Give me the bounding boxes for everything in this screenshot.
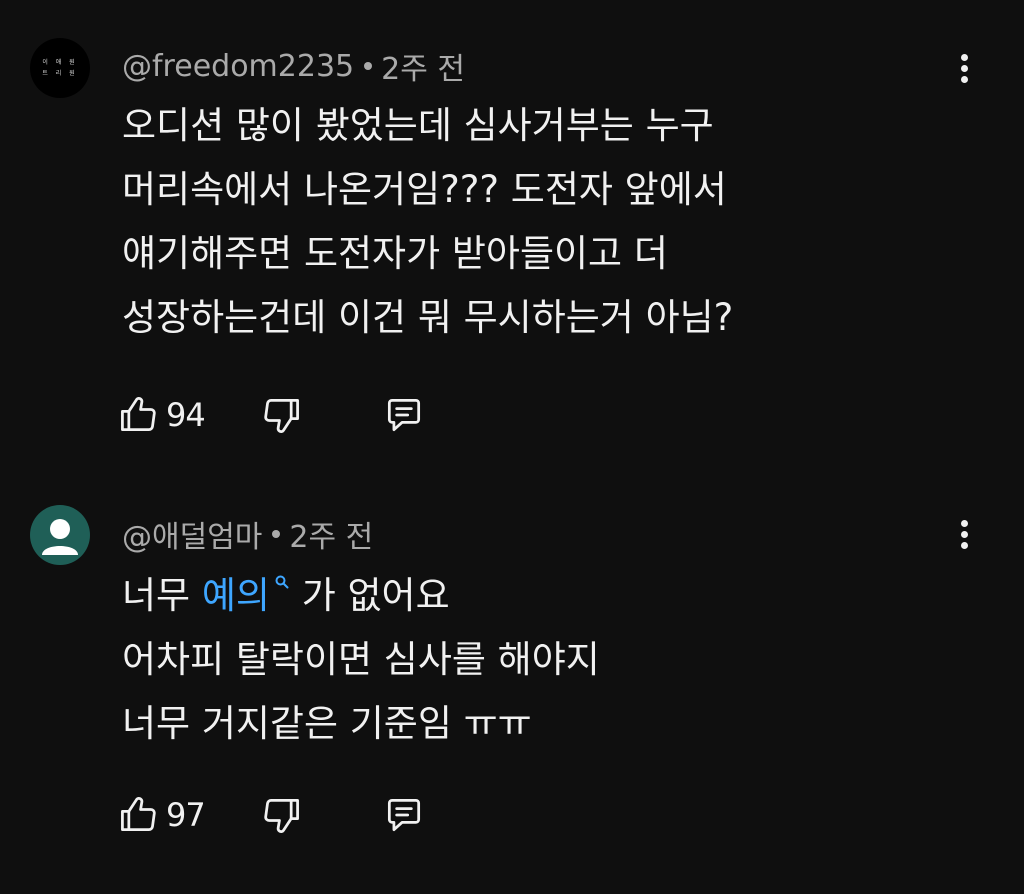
comment-text-line: 오디션 많이 봤었는데 심사거부는 누구 bbox=[122, 104, 714, 147]
comment-text-line: 성장하는건데 이건 뭐 무시하는거 아님? bbox=[122, 296, 734, 339]
reply-button[interactable] bbox=[382, 790, 426, 840]
comment-action-bar: 94 bbox=[116, 390, 456, 440]
thumbs-down-icon bbox=[264, 398, 299, 434]
comment-timestamp[interactable]: 2주 전 bbox=[289, 512, 373, 556]
comment-text-segment: 너무 bbox=[122, 574, 202, 617]
more-vertical-icon-dot bbox=[960, 75, 968, 83]
like-button[interactable]: 97 bbox=[116, 790, 206, 840]
reply-comment-icon bbox=[387, 398, 421, 432]
more-vertical-icon-dot bbox=[960, 541, 968, 549]
thumbs-up-icon bbox=[121, 796, 156, 832]
like-count: 97 bbox=[166, 796, 206, 834]
comment-meta: @freedom2235 2주 전 bbox=[122, 44, 465, 88]
avatar-logo-text-1: 이 애 원 bbox=[42, 59, 78, 66]
more-vertical-icon bbox=[960, 519, 968, 527]
comment-meta: @애덜엄마 2주 전 bbox=[122, 512, 373, 556]
reply-comment-icon bbox=[387, 798, 421, 832]
more-vertical-icon-dot bbox=[960, 530, 968, 538]
comment-author-handle[interactable]: @애덜엄마 bbox=[122, 512, 262, 556]
dislike-button[interactable] bbox=[260, 390, 304, 440]
more-vertical-icon bbox=[960, 53, 968, 61]
comment-timestamp[interactable]: 2주 전 bbox=[381, 44, 465, 88]
reply-button[interactable] bbox=[382, 390, 426, 440]
comment-text-line: 얘기해주면 도전자가 받아들이고 더 bbox=[122, 232, 668, 275]
comment-text-segment: 가 없어요 bbox=[289, 574, 450, 617]
thumbs-up-icon bbox=[121, 396, 156, 432]
thumbs-down-icon bbox=[264, 798, 299, 834]
dislike-button[interactable] bbox=[260, 790, 304, 840]
comment-action-bar: 97 bbox=[116, 790, 456, 840]
comment-text-line: 어차피 탈락이면 심사를 해야지 bbox=[122, 638, 600, 681]
comment-text-line: 머리속에서 나온거임??? 도전자 앞에서 bbox=[122, 168, 727, 211]
comment-author-handle[interactable]: @freedom2235 bbox=[122, 49, 354, 84]
default-avatar-icon bbox=[42, 519, 78, 555]
comment-text: 오디션 많이 봤었는데 심사거부는 누구 머리속에서 나온거임??? 도전자 앞… bbox=[122, 94, 942, 350]
avatar[interactable]: 이 애 원 트 리 원 bbox=[30, 38, 90, 98]
comment-text: 너무 예의 가 없어요 어차피 탈락이면 심사를 해야지 너무 거지같은 기준임… bbox=[122, 564, 942, 756]
separator-dot bbox=[272, 530, 281, 538]
more-vertical-icon-dot bbox=[960, 64, 968, 72]
comment-text-line: 너무 거지같은 기준임 ㅠㅠ bbox=[122, 702, 532, 745]
search-icon bbox=[275, 575, 289, 589]
more-options-button[interactable] bbox=[948, 48, 980, 88]
avatar-logo-text-2: 트 리 원 bbox=[42, 70, 78, 77]
more-options-button[interactable] bbox=[948, 514, 980, 554]
like-button[interactable]: 94 bbox=[116, 390, 206, 440]
separator-dot bbox=[364, 62, 373, 70]
search-link[interactable]: 예의 bbox=[202, 574, 290, 617]
comment-text-line: 너무 예의 가 없어요 bbox=[122, 564, 942, 628]
search-link-text[interactable]: 예의 bbox=[202, 574, 270, 617]
avatar[interactable] bbox=[30, 505, 90, 565]
like-count: 94 bbox=[166, 396, 206, 434]
